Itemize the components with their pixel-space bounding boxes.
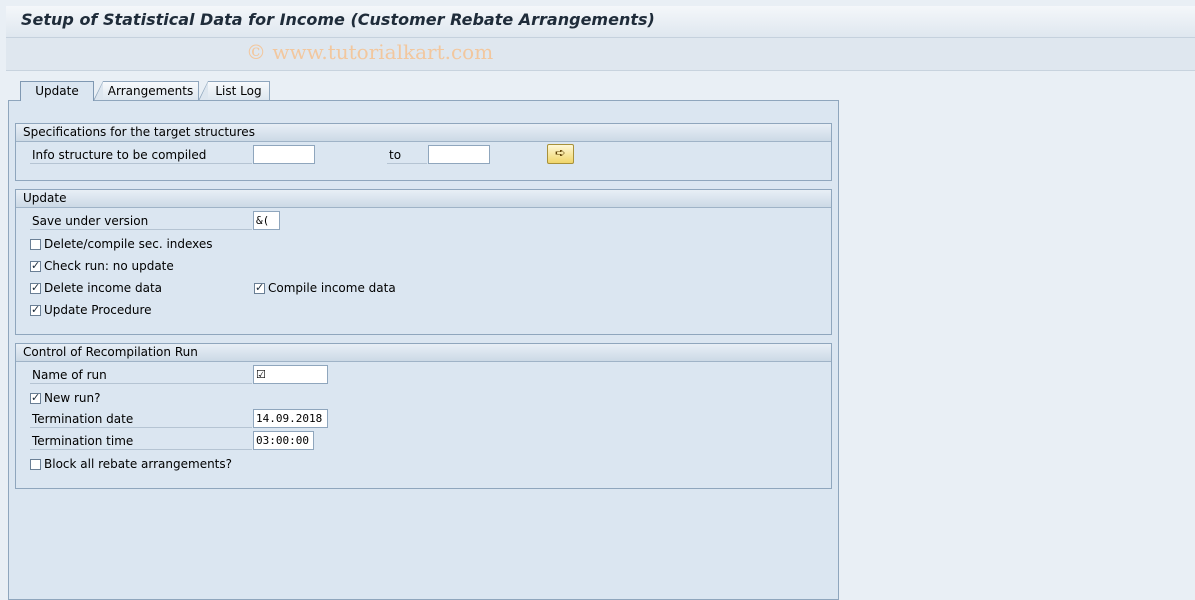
check-run-checkbox[interactable]: ✓ Check run: no update <box>30 259 174 273</box>
checkbox-label: Check run: no update <box>44 259 174 273</box>
checkmark-icon: ✓ <box>31 391 41 404</box>
update-procedure-checkbox[interactable]: ✓ Update Procedure <box>30 303 152 317</box>
group-update-header: Update <box>16 190 831 208</box>
checkmark-icon: ✓ <box>31 281 41 294</box>
checkbox-label: Delete income data <box>44 281 163 295</box>
title-bar: Setup of Statistical Data for Income (Cu… <box>6 6 1195 38</box>
checkbox-label: Update Procedure <box>44 303 152 317</box>
block-all-rebate-arrangements-checkbox[interactable]: Block all rebate arrangements? <box>30 457 232 471</box>
group-specifications-header: Specifications for the target structures <box>16 124 831 142</box>
tab-arrangements[interactable]: Arrangements <box>93 81 199 101</box>
tab-update[interactable]: Update <box>20 81 94 101</box>
name-of-run-input[interactable]: ☑ <box>253 365 328 384</box>
checkmark-icon: ✓ <box>255 281 265 294</box>
checkbox-box: ✓ <box>30 391 41 404</box>
checkbox-label: New run? <box>44 391 101 405</box>
compile-income-data-checkbox[interactable]: ✓ Compile income data <box>254 281 396 295</box>
save-version-label: Save under version <box>30 213 252 230</box>
tab-update-label: Update <box>35 84 79 98</box>
info-structure-label: Info structure to be compiled <box>30 147 252 164</box>
termination-date-input[interactable]: 14.09.2018 <box>253 409 328 428</box>
name-of-run-label: Name of run <box>30 367 252 384</box>
checkbox-label: Block all rebate arrangements? <box>44 457 233 471</box>
new-run-checkbox[interactable]: ✓ New run? <box>30 391 101 405</box>
checkbox-box: ✓ <box>30 303 41 316</box>
checkbox-label: Compile income data <box>268 281 396 295</box>
info-structure-from-input[interactable] <box>253 145 315 164</box>
checkbox-box: ✓ <box>254 281 265 294</box>
checkmark-icon: ✓ <box>31 303 41 316</box>
termination-time-input[interactable]: 03:00:00 <box>253 431 314 450</box>
termination-time-label: Termination time <box>30 433 252 450</box>
tab-list-log-label: List Log <box>215 84 262 98</box>
checkbox-box: ✓ <box>30 281 41 294</box>
page-title: Setup of Statistical Data for Income (Cu… <box>21 10 655 29</box>
group-recompilation-header: Control of Recompilation Run <box>16 344 831 362</box>
tab-arrangements-label: Arrangements <box>107 84 194 98</box>
info-structure-to-input[interactable] <box>428 145 490 164</box>
required-entry-icon: ☑ <box>256 368 266 381</box>
save-version-input[interactable]: &( <box>253 211 280 230</box>
delete-income-data-checkbox[interactable]: ✓ Delete income data <box>30 281 162 295</box>
checkbox-box <box>30 459 41 470</box>
tab-list-log[interactable]: List Log <box>198 81 270 101</box>
application-toolbar: © www.tutorialkart.com <box>6 38 1195 71</box>
to-label: to <box>387 147 427 164</box>
watermark: © www.tutorialkart.com <box>246 40 494 64</box>
termination-date-label: Termination date <box>30 411 252 428</box>
multiple-selection-button[interactable]: ➪ <box>547 144 574 164</box>
checkbox-label: Delete/compile sec. indexes <box>44 237 213 251</box>
delete-compile-sec-indexes-checkbox[interactable]: Delete/compile sec. indexes <box>30 237 213 251</box>
checkbox-box: ✓ <box>30 259 41 272</box>
checkbox-box <box>30 239 41 250</box>
checkmark-icon: ✓ <box>31 259 41 272</box>
arrow-right-icon: ➪ <box>555 146 566 161</box>
